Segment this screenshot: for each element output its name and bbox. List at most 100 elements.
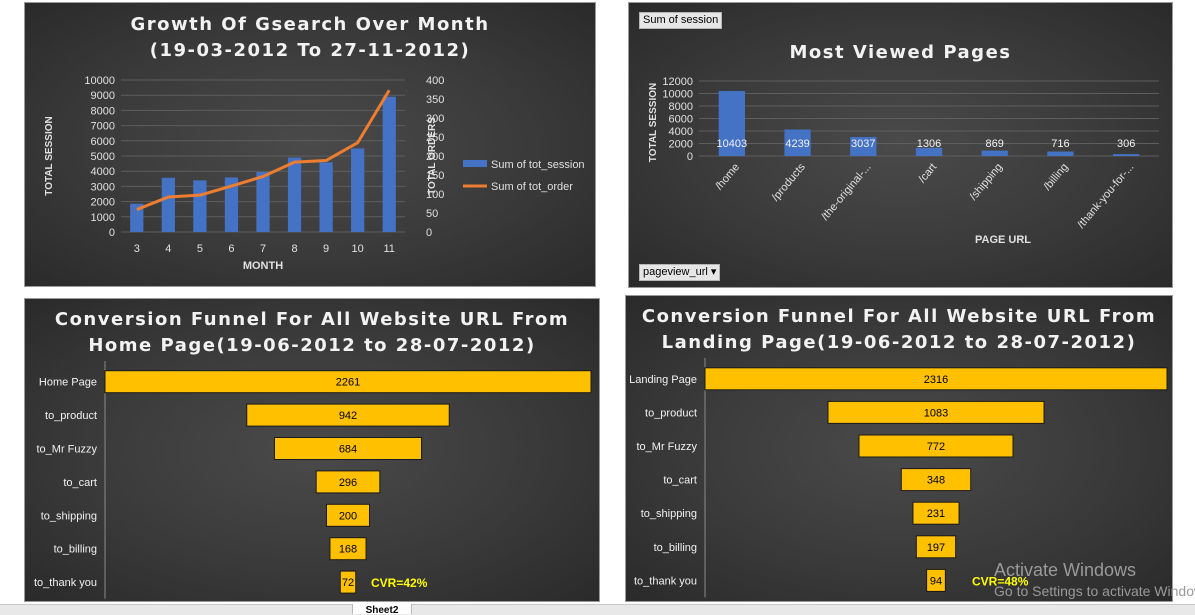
category-label: Home Page [39,377,97,389]
category-label: to_product [45,410,97,422]
session-bar [193,180,207,232]
data-label: 4239 [785,138,809,150]
data-label: 94 [930,575,942,587]
data-label: 942 [339,410,357,422]
page-bar [1113,154,1140,156]
x-tick-label: /the-original-... [819,161,873,223]
cvr-annotation: CVR=42% [371,576,428,590]
funnel-home-chart: 2261 Home Page 942 to_product 684 to_Mr Fuzzy… [34,361,592,599]
y-axis-title: TOTAL SESSION [648,83,659,162]
session-bar [351,148,365,232]
data-label: 1083 [924,407,948,419]
data-label: 772 [927,441,945,453]
data-label: 200 [339,510,357,522]
category-label: to_Mr Fuzzy [36,444,97,456]
x-tick-label: 11 [384,243,395,255]
legend-label-session: Sum of tot_session [491,159,585,171]
activate-windows-subtitle[interactable]: Go to Settings to activate Windows. [994,583,1195,599]
data-label: 1306 [917,138,941,150]
y-tick-label: 8000 [669,101,693,113]
page-bar [981,150,1008,156]
y-tick-label: 3000 [91,181,115,193]
data-label: 2316 [924,374,948,386]
legend-swatch-session [463,160,487,167]
x-tick-label: /billing [1041,161,1070,193]
x-axis-title: PAGE URL [975,234,1031,246]
data-label: 348 [927,475,945,487]
y-tick-label: 10000 [662,89,693,101]
y-tick-label: 6000 [669,114,693,126]
y2-tick-label: 50 [426,208,438,220]
y-tick-label: 6000 [91,136,115,148]
page-bar [1047,151,1074,156]
x-tick-label: 10 [352,243,364,255]
sheet-tab-bar [0,604,1195,615]
data-label: 168 [339,544,357,556]
x-axis-title: MONTH [243,260,283,272]
pageview-url-field-button[interactable]: pageview_url ▾ [639,264,721,281]
most-viewed-pages-chart: 020004000600080001000012000 10403/home 423… [648,76,1159,246]
y-tick-label: 1000 [91,212,115,224]
data-label: 2261 [336,377,360,389]
y2-axis-title: TOTAL ORDERS [427,117,438,195]
category-label: Landing Page [629,374,697,386]
data-label: 197 [927,542,945,554]
y-tick-label: 7000 [91,121,115,133]
category-label: to_billing [54,544,97,556]
category-label: to_Mr Fuzzy [636,441,697,453]
legend-label-orders: Sum of tot_order [491,181,573,193]
y-tick-label: 10000 [84,75,115,87]
session-bar [319,162,333,232]
x-tick-label: 6 [228,243,234,255]
y-axis-title: TOTAL SESSION [44,116,55,195]
session-bar [382,96,396,232]
y-tick-label: 2000 [669,139,693,151]
x-tick-label: /products [770,161,809,204]
y-tick-label: 8000 [91,105,115,117]
y2-tick-label: 400 [426,75,444,87]
data-label: 10403 [717,138,748,150]
y-tick-label: 0 [109,227,115,239]
funnel-landing-chart: 2316 Landing Page 1083 to_product 772 to_Mr F… [629,358,1168,598]
data-label: 684 [339,444,357,456]
category-label: to_shipping [41,510,97,522]
x-tick-label: /thank-you-for-... [1075,161,1136,231]
session-bar [287,157,302,232]
y-tick-label: 12000 [662,76,693,88]
x-tick-label: /cart [916,161,939,185]
category-label: to_cart [663,475,697,487]
data-label: 869 [986,138,1004,150]
data-label: 716 [1051,138,1069,150]
x-tick-label: /shipping [968,161,1006,202]
y-tick-label: 9000 [91,90,115,102]
funnel-home-panel[interactable]: Conversion Funnel For All Website URL Fr… [24,298,600,602]
growth-chart: 0100020003000400050006000700080009000100… [44,75,585,272]
session-bar [161,177,175,232]
sheet-tab[interactable]: Sheet2 [352,604,412,614]
category-label: to_thank you [634,575,697,587]
activate-windows-title: Activate Windows [994,560,1137,580]
category-label: to_cart [63,477,97,489]
funnel-landing-panel[interactable]: Conversion Funnel For All Website URL Fr… [625,295,1173,602]
y-tick-label: 4000 [91,166,115,178]
data-label: 72 [342,577,354,589]
y-tick-label: 0 [687,151,693,163]
x-tick-label: 4 [165,243,171,255]
x-tick-label: 9 [323,243,329,255]
y-tick-label: 5000 [91,151,115,163]
y2-tick-label: 0 [426,227,432,239]
y-tick-label: 2000 [91,197,115,209]
growth-chart-panel[interactable]: Growth Of Gsearch Over Month (19-03-2012… [24,2,596,287]
category-label: to_thank you [34,577,97,589]
session-bar [256,171,270,232]
x-tick-label: 5 [197,243,203,255]
y-tick-label: 4000 [669,126,693,138]
most-viewed-pages-panel[interactable]: Sum of session Most Viewed Pages 0 2000 40… [628,2,1173,288]
data-label: 306 [1117,138,1135,150]
x-tick-label: 8 [291,243,297,255]
data-label: 3037 [851,138,875,150]
category-label: to_product [645,407,697,419]
x-tick-label: 3 [134,243,140,255]
x-tick-label: 7 [260,243,266,255]
data-label: 231 [927,508,945,520]
